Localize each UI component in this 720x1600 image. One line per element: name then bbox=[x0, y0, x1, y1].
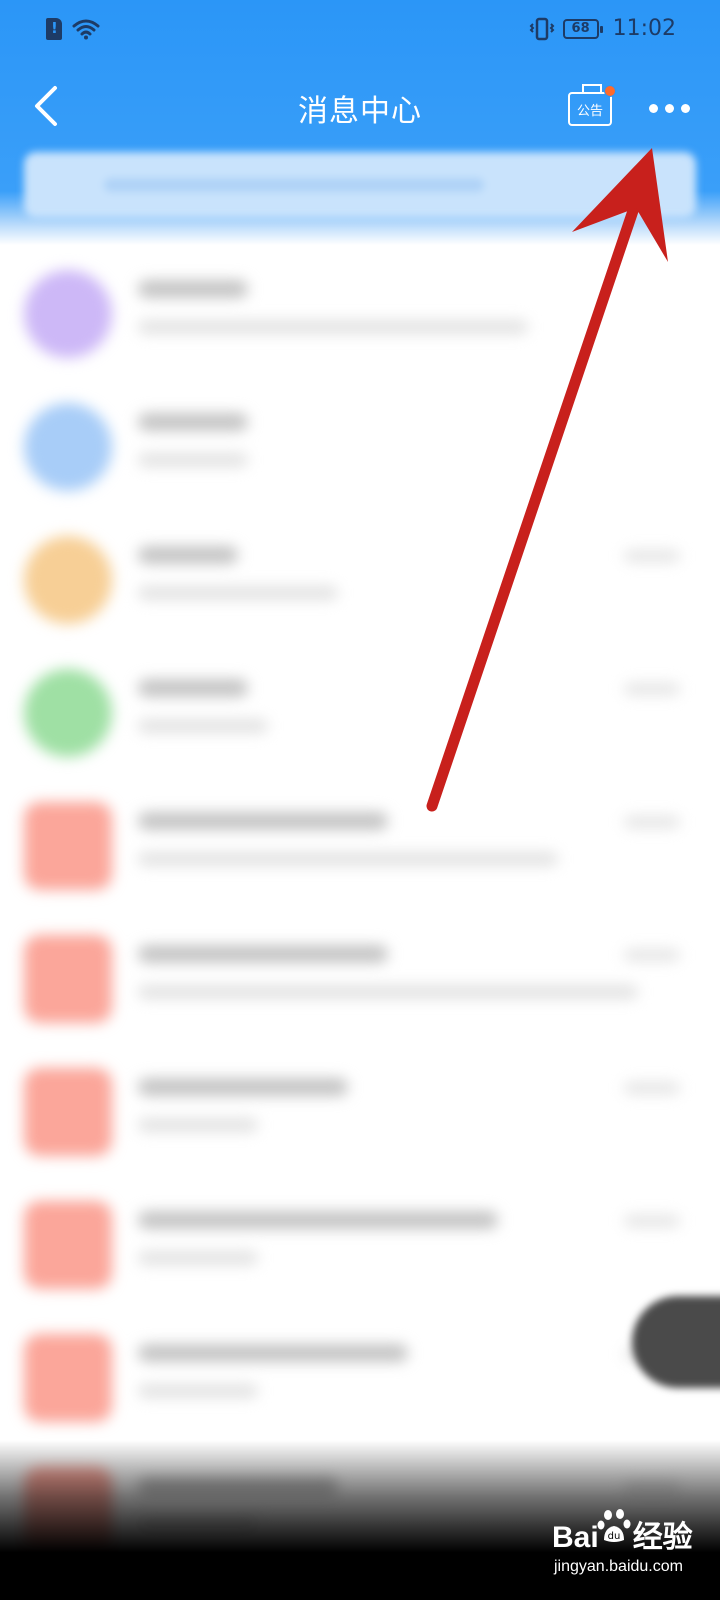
item-preview bbox=[138, 453, 248, 467]
list-item[interactable] bbox=[0, 649, 720, 782]
unread-dot bbox=[604, 85, 616, 97]
chevron-left-icon bbox=[35, 86, 57, 126]
status-time: 11:02 bbox=[612, 16, 676, 41]
item-title bbox=[138, 812, 388, 830]
list-item[interactable] bbox=[0, 1181, 720, 1314]
item-timestamp bbox=[624, 816, 680, 828]
battery-level: 68 bbox=[571, 21, 590, 36]
more-dot-icon bbox=[680, 103, 690, 113]
avatar bbox=[24, 536, 112, 624]
watermark-brand-right: 经验 bbox=[632, 1521, 693, 1554]
item-preview bbox=[138, 985, 638, 999]
item-title bbox=[138, 1078, 348, 1096]
svg-text:du: du bbox=[608, 1531, 621, 1542]
item-timestamp bbox=[624, 1082, 680, 1094]
avatar bbox=[24, 669, 112, 757]
more-options-button[interactable] bbox=[640, 88, 698, 128]
item-preview bbox=[138, 1118, 258, 1132]
watermark-brand-left: Bai bbox=[552, 1521, 599, 1554]
wifi-icon bbox=[72, 19, 100, 40]
list-item[interactable] bbox=[0, 383, 720, 516]
item-timestamp bbox=[624, 683, 680, 695]
baidu-jingyan-watermark: Bai 经验 du jingyan.baidu.com bbox=[552, 1504, 712, 1588]
floating-side-tab[interactable] bbox=[632, 1296, 720, 1388]
item-title bbox=[138, 546, 238, 564]
item-preview bbox=[138, 586, 338, 600]
more-dot-icon bbox=[648, 103, 658, 113]
search-bar[interactable] bbox=[24, 152, 696, 218]
list-item[interactable] bbox=[0, 1314, 720, 1447]
list-item[interactable] bbox=[0, 1048, 720, 1181]
message-list bbox=[0, 250, 720, 1580]
item-title bbox=[138, 679, 248, 697]
avatar bbox=[24, 935, 112, 1023]
status-bar: 68 11:02 bbox=[0, 0, 720, 64]
item-preview bbox=[138, 852, 558, 866]
battery-icon: 68 bbox=[562, 18, 603, 39]
status-left bbox=[46, 18, 100, 40]
avatar bbox=[24, 1201, 112, 1289]
more-dot-icon bbox=[664, 103, 674, 113]
list-item[interactable] bbox=[0, 915, 720, 1048]
announcement-label: 公告 bbox=[576, 103, 603, 119]
search-placeholder bbox=[104, 178, 484, 192]
list-item[interactable] bbox=[0, 782, 720, 915]
sim-alert-icon bbox=[46, 18, 62, 40]
item-preview bbox=[138, 1251, 258, 1265]
vibrate-icon bbox=[529, 17, 555, 40]
list-item[interactable] bbox=[0, 250, 720, 383]
item-timestamp bbox=[624, 1215, 680, 1227]
announcement-icon: 公告 bbox=[568, 92, 612, 126]
item-title bbox=[138, 280, 248, 298]
avatar bbox=[24, 1068, 112, 1156]
announcement-button[interactable]: 公告 bbox=[568, 84, 616, 130]
item-timestamp bbox=[624, 949, 680, 961]
avatar bbox=[24, 802, 112, 890]
item-timestamp bbox=[624, 550, 680, 562]
back-button[interactable] bbox=[18, 78, 74, 134]
paw-logo-icon: du bbox=[597, 1509, 631, 1542]
item-preview bbox=[138, 719, 268, 733]
item-title bbox=[138, 945, 388, 963]
avatar bbox=[24, 1334, 112, 1422]
item-title bbox=[138, 1211, 498, 1229]
list-item[interactable] bbox=[0, 516, 720, 649]
item-title bbox=[138, 413, 248, 431]
watermark-url: jingyan.baidu.com bbox=[554, 1558, 683, 1575]
status-right: 68 11:02 bbox=[529, 16, 676, 41]
avatar bbox=[24, 403, 112, 491]
item-preview bbox=[138, 320, 528, 334]
item-title bbox=[138, 1344, 408, 1362]
item-preview bbox=[138, 1384, 258, 1398]
nav-bar: 消息中心 公告 bbox=[0, 64, 720, 152]
avatar bbox=[24, 270, 112, 358]
